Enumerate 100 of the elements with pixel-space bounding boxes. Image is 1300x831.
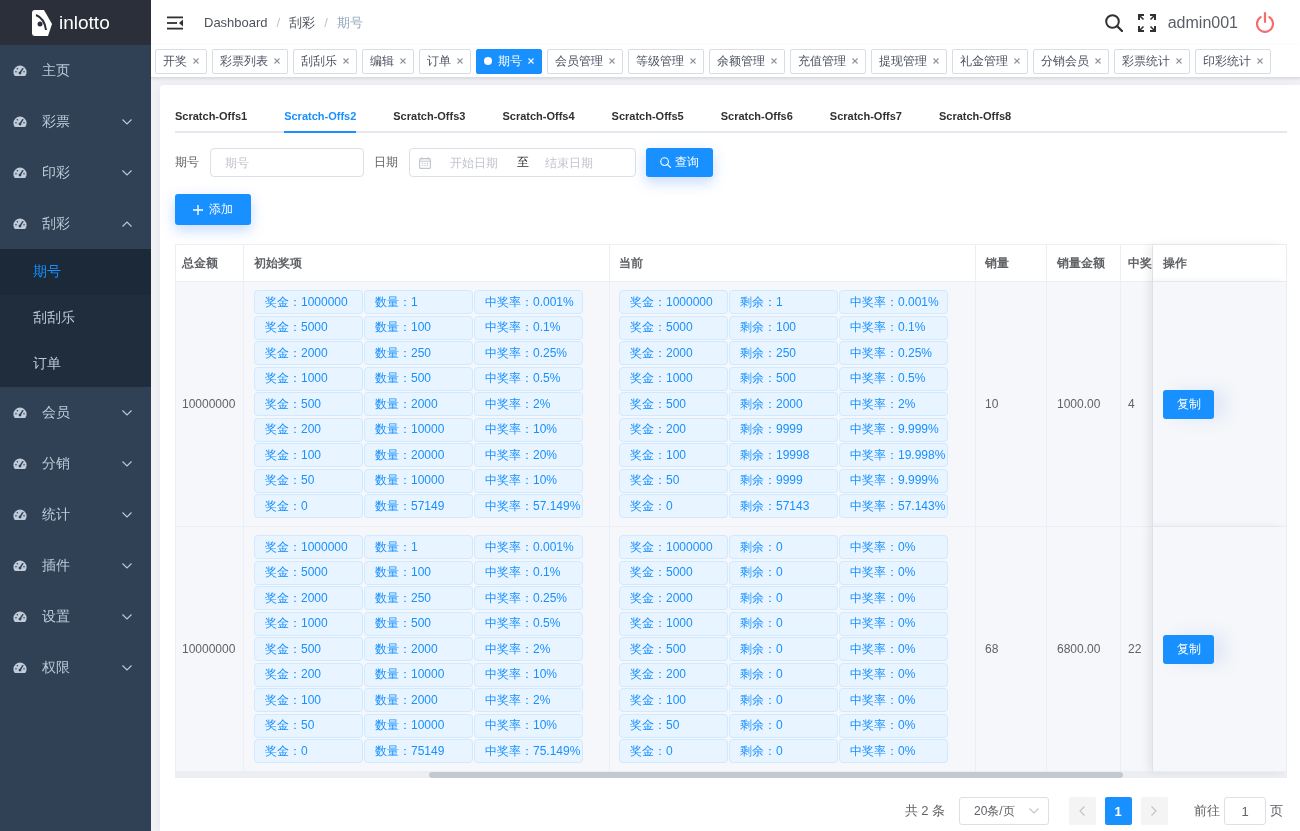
close-icon[interactable] — [1014, 58, 1020, 64]
sidebar-menu-item[interactable]: 刮彩 — [0, 198, 151, 249]
page-tab[interactable]: 提现管理 — [871, 48, 947, 74]
win-rate: 中奖率：10% — [474, 713, 583, 738]
gauge-icon — [13, 167, 27, 178]
issue-input-field[interactable]: 期号 — [210, 148, 364, 177]
page-tab[interactable]: 刮刮乐 — [293, 48, 357, 74]
page-tab[interactable]: 余额管理 — [709, 48, 785, 74]
breadcrumb-link[interactable]: Dashboard — [204, 15, 268, 30]
end-date-field[interactable]: 结束日期 — [529, 155, 609, 170]
remaining-quantity: 剩余：1 — [729, 290, 838, 314]
close-icon[interactable] — [1257, 58, 1263, 64]
close-icon[interactable] — [457, 58, 463, 64]
prize-quantity: 数量：500 — [364, 366, 473, 391]
close-icon[interactable] — [400, 58, 406, 64]
page-tab[interactable]: 充值管理 — [790, 48, 866, 74]
page-tab[interactable]: 开奖 — [155, 48, 207, 74]
close-icon[interactable] — [274, 58, 280, 64]
sidebar-menu-item[interactable]: 权限 — [0, 642, 151, 693]
page-tab[interactable]: 订单 — [419, 48, 471, 74]
close-icon[interactable] — [193, 58, 199, 64]
sidebar-menu-item[interactable]: 分销 — [0, 438, 151, 489]
win-rate: 中奖率：0.5% — [839, 366, 948, 391]
remaining-quantity: 剩余：2000 — [729, 392, 838, 416]
win-rate: 中奖率：0% — [839, 535, 948, 559]
prize-quantity: 数量：100 — [364, 560, 473, 585]
gauge-icon — [13, 458, 27, 469]
sidebar-menu-item[interactable]: 彩票 — [0, 96, 151, 147]
close-icon[interactable] — [771, 58, 777, 64]
win-rate: 中奖率：10% — [474, 417, 583, 442]
goto-label: 前往 — [1194, 802, 1220, 820]
sidebar-submenu-item[interactable]: 订单 — [0, 341, 151, 387]
sidebar-menu-item[interactable]: 印彩 — [0, 147, 151, 198]
remaining-quantity: 剩余：0 — [729, 560, 838, 585]
goto-page-field[interactable]: 1 — [1224, 797, 1266, 825]
range-separator: 至 — [517, 154, 529, 171]
search-icon[interactable] — [1104, 13, 1123, 32]
prize-amount: 奖金：1000 — [254, 611, 363, 636]
prize-amount: 奖金：500 — [619, 637, 728, 661]
menu-fold-icon[interactable] — [167, 15, 183, 30]
remaining-quantity: 剩余：57143 — [729, 494, 838, 518]
prize-amount: 奖金：1000000 — [619, 535, 728, 559]
content-tab[interactable]: Scratch-Offs3 — [393, 101, 466, 133]
chevron-up-icon — [122, 220, 132, 227]
content-tab[interactable]: Scratch-Offs6 — [720, 101, 793, 133]
power-icon[interactable] — [1255, 11, 1275, 34]
table-cell: 1000.00 — [1047, 282, 1121, 527]
prize-amount: 奖金：500 — [619, 392, 728, 416]
page-tab[interactable]: 印彩统计 — [1195, 48, 1271, 74]
remaining-quantity: 剩余：0 — [729, 535, 838, 559]
content-tab[interactable]: Scratch-Offs7 — [829, 101, 902, 133]
close-icon[interactable] — [1176, 58, 1182, 64]
field-label: 日期 — [374, 154, 398, 171]
page-tab[interactable]: 彩票统计 — [1114, 48, 1190, 74]
prize-amount: 奖金：1000000 — [254, 535, 363, 559]
content-tab[interactable]: Scratch-Offs1 — [175, 101, 248, 133]
sidebar-menu-item[interactable]: 会员 — [0, 387, 151, 438]
sidebar-submenu-item[interactable]: 期号 — [0, 249, 151, 295]
breadcrumb-link[interactable]: 刮彩 — [289, 13, 316, 32]
prize-quantity: 数量：1 — [364, 535, 473, 559]
page-tab[interactable]: 编辑 — [362, 48, 414, 74]
sidebar-menu-item[interactable]: 统计 — [0, 489, 151, 540]
remaining-quantity: 剩余：0 — [729, 662, 838, 687]
start-date-field[interactable]: 开始日期 — [434, 155, 514, 170]
prize-amount: 奖金：0 — [254, 494, 363, 518]
scrollbar-thumb[interactable] — [429, 772, 1123, 778]
close-icon[interactable] — [690, 58, 696, 64]
prize-quantity: 数量：10000 — [364, 417, 473, 442]
content-tab[interactable]: Scratch-Offs4 — [502, 101, 575, 133]
sidebar-menu-item[interactable]: 设置 — [0, 591, 151, 642]
close-icon[interactable] — [609, 58, 615, 64]
page-suffix: 页 — [1270, 802, 1283, 820]
prize-amount: 奖金：500 — [254, 637, 363, 661]
table-cell: 10000000 — [176, 527, 244, 772]
win-rate: 中奖率：0.001% — [839, 290, 948, 314]
prize-quantity: 数量：2000 — [364, 392, 473, 416]
gauge-icon — [13, 611, 27, 622]
fullscreen-icon[interactable] — [1137, 13, 1156, 32]
close-icon[interactable] — [933, 58, 939, 64]
prize-quantity: 数量：2000 — [364, 637, 473, 661]
prize-amount: 奖金：2000 — [254, 341, 363, 365]
content-tab[interactable]: Scratch-Offs5 — [611, 101, 684, 133]
sidebar-menu-item[interactable]: 插件 — [0, 540, 151, 591]
prize-amount: 奖金：1000 — [619, 611, 728, 636]
close-icon[interactable] — [852, 58, 858, 64]
date-range-field[interactable]: 开始日期 至 结束日期 — [409, 148, 636, 177]
page-size-select[interactable]: 20条/页 — [959, 797, 1049, 825]
content-tab[interactable]: Scratch-Offs8 — [939, 101, 1012, 133]
page-tab[interactable]: 礼金管理 — [952, 48, 1028, 74]
page-tab[interactable]: 会员管理 — [547, 48, 623, 74]
page-tab[interactable]: 等级管理 — [628, 48, 704, 74]
win-rate: 中奖率：0% — [839, 586, 948, 610]
sidebar-submenu-item[interactable]: 刮刮乐 — [0, 295, 151, 341]
page-tab[interactable]: 分销会员 — [1033, 48, 1109, 74]
logo-text: inlotto — [59, 11, 110, 34]
sidebar-menu-item[interactable]: 主页 — [0, 45, 151, 96]
close-icon[interactable] — [1095, 58, 1101, 64]
page-tab[interactable]: 彩票列表 — [212, 48, 288, 74]
dot-icon — [484, 57, 492, 65]
close-icon[interactable] — [343, 58, 349, 64]
